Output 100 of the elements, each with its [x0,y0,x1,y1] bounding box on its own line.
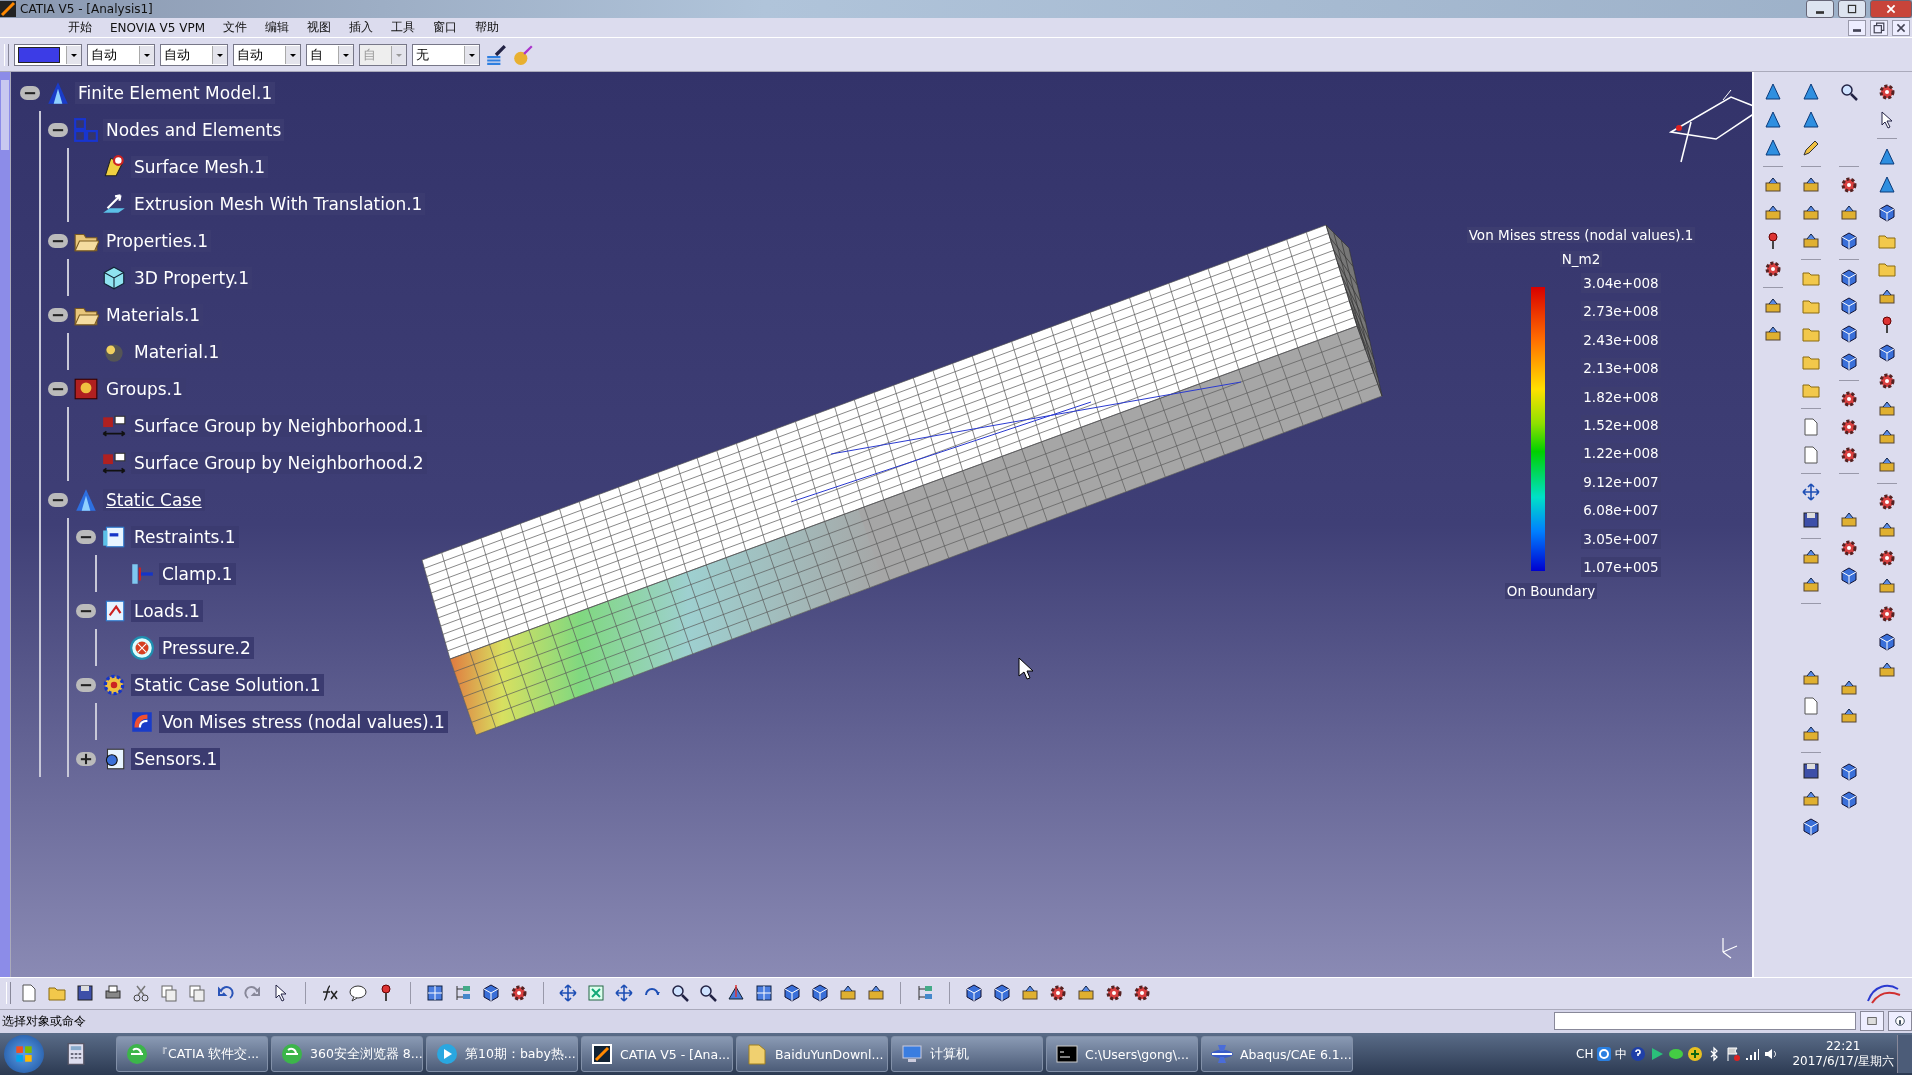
taskbar-button[interactable]: 第10期：baby热... [426,1036,578,1072]
menu-item[interactable]: 窗口 [425,19,466,37]
document-icon[interactable] [19,983,39,1004]
search-icon[interactable] [1596,1046,1613,1062]
tree-item[interactable]: Extrusion Mesh With Translation.1 [131,192,426,215]
taskbar-button[interactable]: 360安全浏览器 8... [271,1036,423,1072]
taskbar-button[interactable]: 『CATIA 软件交... [116,1036,268,1072]
tree-item[interactable]: Restraints.1 [131,525,239,548]
pan-icon[interactable] [1801,482,1821,503]
menu-item[interactable]: 开始 [60,19,100,37]
cube-icon[interactable] [1877,343,1897,364]
taskbar-button[interactable]: CATIA V5 - [Ana... [581,1036,733,1072]
cube-icon[interactable] [1839,566,1859,587]
copy-icon[interactable] [159,983,179,1004]
tree-item[interactable]: Sensors.1 [131,747,221,770]
triangle-icon[interactable] [1763,138,1783,159]
tree-item[interactable]: Surface Group by Neighborhood.1 [131,414,427,437]
scrollbar[interactable] [0,72,11,978]
cube-icon[interactable] [1839,268,1859,289]
grid-icon[interactable] [754,983,774,1004]
language-indicator[interactable]: CH [1576,1047,1594,1061]
tree-item[interactable]: Loads.1 [131,599,203,622]
speech-bubble-icon[interactable] [348,983,368,1004]
dropdown[interactable]: 自动 [160,43,228,66]
minimize-button[interactable] [1806,0,1834,18]
clock-date[interactable]: 2017/6/17/星期六 [1792,1052,1894,1070]
expand-toggle[interactable] [76,751,96,766]
zoom-icon[interactable] [698,983,718,1004]
signal-icon[interactable] [1744,1046,1761,1062]
tree-item[interactable]: Nodes and Elements [103,118,285,141]
close-button[interactable] [1870,0,1912,18]
minimize-button[interactable] [1848,19,1866,36]
triangle-icon[interactable] [1801,82,1821,103]
restore-button[interactable] [1870,19,1888,36]
cube-icon[interactable] [810,983,830,1004]
formula-icon[interactable] [320,983,340,1004]
cube-icon[interactable] [1839,790,1859,811]
paintbrush-icon[interactable] [485,43,507,66]
dropdown[interactable]: 自 [306,43,354,66]
copy-icon[interactable] [187,983,207,1004]
scissors-icon[interactable] [131,983,151,1004]
info-button[interactable] [1888,1011,1912,1032]
close-button[interactable] [1892,19,1910,36]
cube-icon[interactable] [1839,324,1859,345]
cube-icon[interactable] [992,983,1012,1004]
taskbar-button[interactable]: BaiduYunDownl... [736,1036,888,1072]
cube-icon[interactable] [782,983,802,1004]
collapse-toggle[interactable] [76,603,96,618]
collapse-toggle[interactable] [76,677,96,692]
dropdown[interactable]: 自动 [87,43,155,66]
zoom-icon[interactable] [670,983,690,1004]
collapse-toggle[interactable] [48,492,68,507]
collapse-toggle[interactable] [76,529,96,544]
maximize-button[interactable] [1838,0,1866,18]
cube-icon[interactable] [1839,762,1859,783]
cube-icon[interactable] [481,983,501,1004]
input-method-indicator[interactable]: 中 [1615,1045,1628,1063]
pan-icon[interactable] [614,983,634,1004]
taskbar-button[interactable]: Abaqus/CAE 6.1... [1201,1036,1353,1072]
cube-icon[interactable] [1877,203,1897,224]
pencil-icon[interactable] [1801,138,1821,159]
clock-time[interactable]: 22:21 [1825,1038,1861,1053]
command-input-field[interactable] [1554,1012,1856,1031]
start-button[interactable] [4,1035,44,1073]
collapse-toggle[interactable] [20,85,40,100]
fit-all-icon[interactable] [586,983,606,1004]
help-icon[interactable] [1630,1046,1647,1062]
taskbar-button[interactable]: C:\Users\gong\... [1046,1036,1198,1072]
grid-icon[interactable] [425,983,445,1004]
pan-icon[interactable] [558,983,578,1004]
document-icon[interactable] [1801,417,1821,438]
collapse-toggle[interactable] [48,122,68,137]
tree-item[interactable]: Properties.1 [103,229,212,252]
tree-item[interactable]: Static Case Solution.1 [131,673,324,696]
flag-icon[interactable] [1725,1046,1742,1062]
triangle-icon[interactable] [1763,82,1783,103]
menu-item[interactable]: 插入 [341,19,382,37]
menu-item[interactable]: 工具 [383,19,424,37]
plus-icon[interactable] [1687,1046,1704,1062]
document-icon[interactable] [1801,445,1821,466]
taskbar-button[interactable]: 计算机 [891,1036,1043,1072]
document-icon[interactable] [1801,696,1821,717]
tree-item[interactable]: Pressure.2 [159,636,254,659]
tree-item[interactable]: Surface Mesh.1 [131,155,269,178]
collapse-toggle[interactable] [48,233,68,248]
menu-item[interactable]: 帮助 [467,19,508,37]
panel-button[interactable] [1860,1011,1884,1032]
dropdown[interactable]: 无 [412,43,480,66]
cube-icon[interactable] [964,983,984,1004]
triangle-icon[interactable] [1877,175,1897,196]
dropdown[interactable]: 自动 [233,43,301,66]
collapse-toggle[interactable] [48,381,68,396]
sphere-icon[interactable] [512,43,534,66]
cube-icon[interactable] [1839,352,1859,373]
zoom-icon[interactable] [1839,82,1859,103]
tree-item[interactable]: Static Case [103,488,205,511]
color-dropdown[interactable] [14,43,82,66]
menu-item[interactable]: 编辑 [257,19,298,37]
collapse-toggle[interactable] [48,307,68,322]
triangle-icon[interactable] [1763,110,1783,131]
